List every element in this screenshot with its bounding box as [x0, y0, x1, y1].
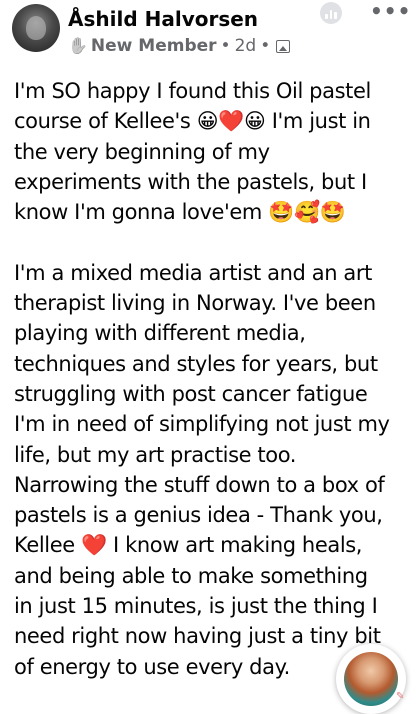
- post-timestamp[interactable]: 2d: [235, 36, 257, 56]
- post-body-line: need right now having just a tiny bit: [14, 624, 381, 649]
- post-body-line: playing with different media,: [14, 321, 306, 346]
- post-body-line: pastels is a genius idea - Thank you,: [14, 503, 383, 528]
- post-body-line: therapist living in Norway. I've been: [14, 291, 376, 316]
- post-body-line: I'm SO happy I found this Oil pastel: [14, 79, 371, 103]
- post-body-line: life, but my art practise too.: [14, 442, 297, 467]
- post-body-line: experiments with the pastels, but I: [14, 169, 367, 194]
- post-body: I'm SO happy I found this Oil pastel cour…: [14, 76, 410, 682]
- post-body-line: I'm in need of simplifying not just my: [14, 412, 390, 437]
- chat-head[interactable]: [336, 644, 406, 714]
- post-body-line: Kellee ❤️ I know art making heals,: [14, 533, 363, 558]
- author-avatar[interactable]: [12, 4, 60, 52]
- pencil-icon[interactable]: ✎: [396, 692, 406, 702]
- post-meta: ✋ New Member • 2d •: [68, 36, 291, 56]
- meta-separator: •: [220, 36, 231, 56]
- post-body-line: Narrowing the stuff down to a box of: [14, 472, 385, 497]
- insights-icon[interactable]: [320, 2, 342, 24]
- more-options-icon[interactable]: •••: [370, 1, 410, 24]
- group-audience-icon: [276, 39, 291, 53]
- post-body-line: [14, 227, 410, 257]
- member-role-badge: New Member: [90, 36, 217, 56]
- post-body-line: course of Kellee's 😀❤️😀 I'm just in: [14, 109, 371, 134]
- chat-head-avatar: [344, 652, 398, 706]
- waving-hand-icon: ✋: [68, 36, 88, 55]
- meta-separator-2: •: [260, 36, 271, 56]
- author-name[interactable]: Åshild Halvorsen: [68, 6, 258, 32]
- post-body-line: I'm a mixed media artist and an art: [14, 260, 372, 285]
- post-body-line: and being able to make something: [14, 563, 368, 588]
- post-body-line: techniques and styles for years, but: [14, 351, 378, 376]
- post-body-line: struggling with post cancer fatigue: [14, 381, 368, 406]
- post-body-line: know I'm gonna love'em 🤩🥰🤩: [14, 200, 346, 225]
- post-header: Åshild Halvorsen ✋ New Member • 2d • •••: [0, 0, 416, 64]
- post-body-line: the very beginning of my: [14, 139, 270, 164]
- post-body-line: in just 15 minutes, is just the thing I: [14, 594, 378, 619]
